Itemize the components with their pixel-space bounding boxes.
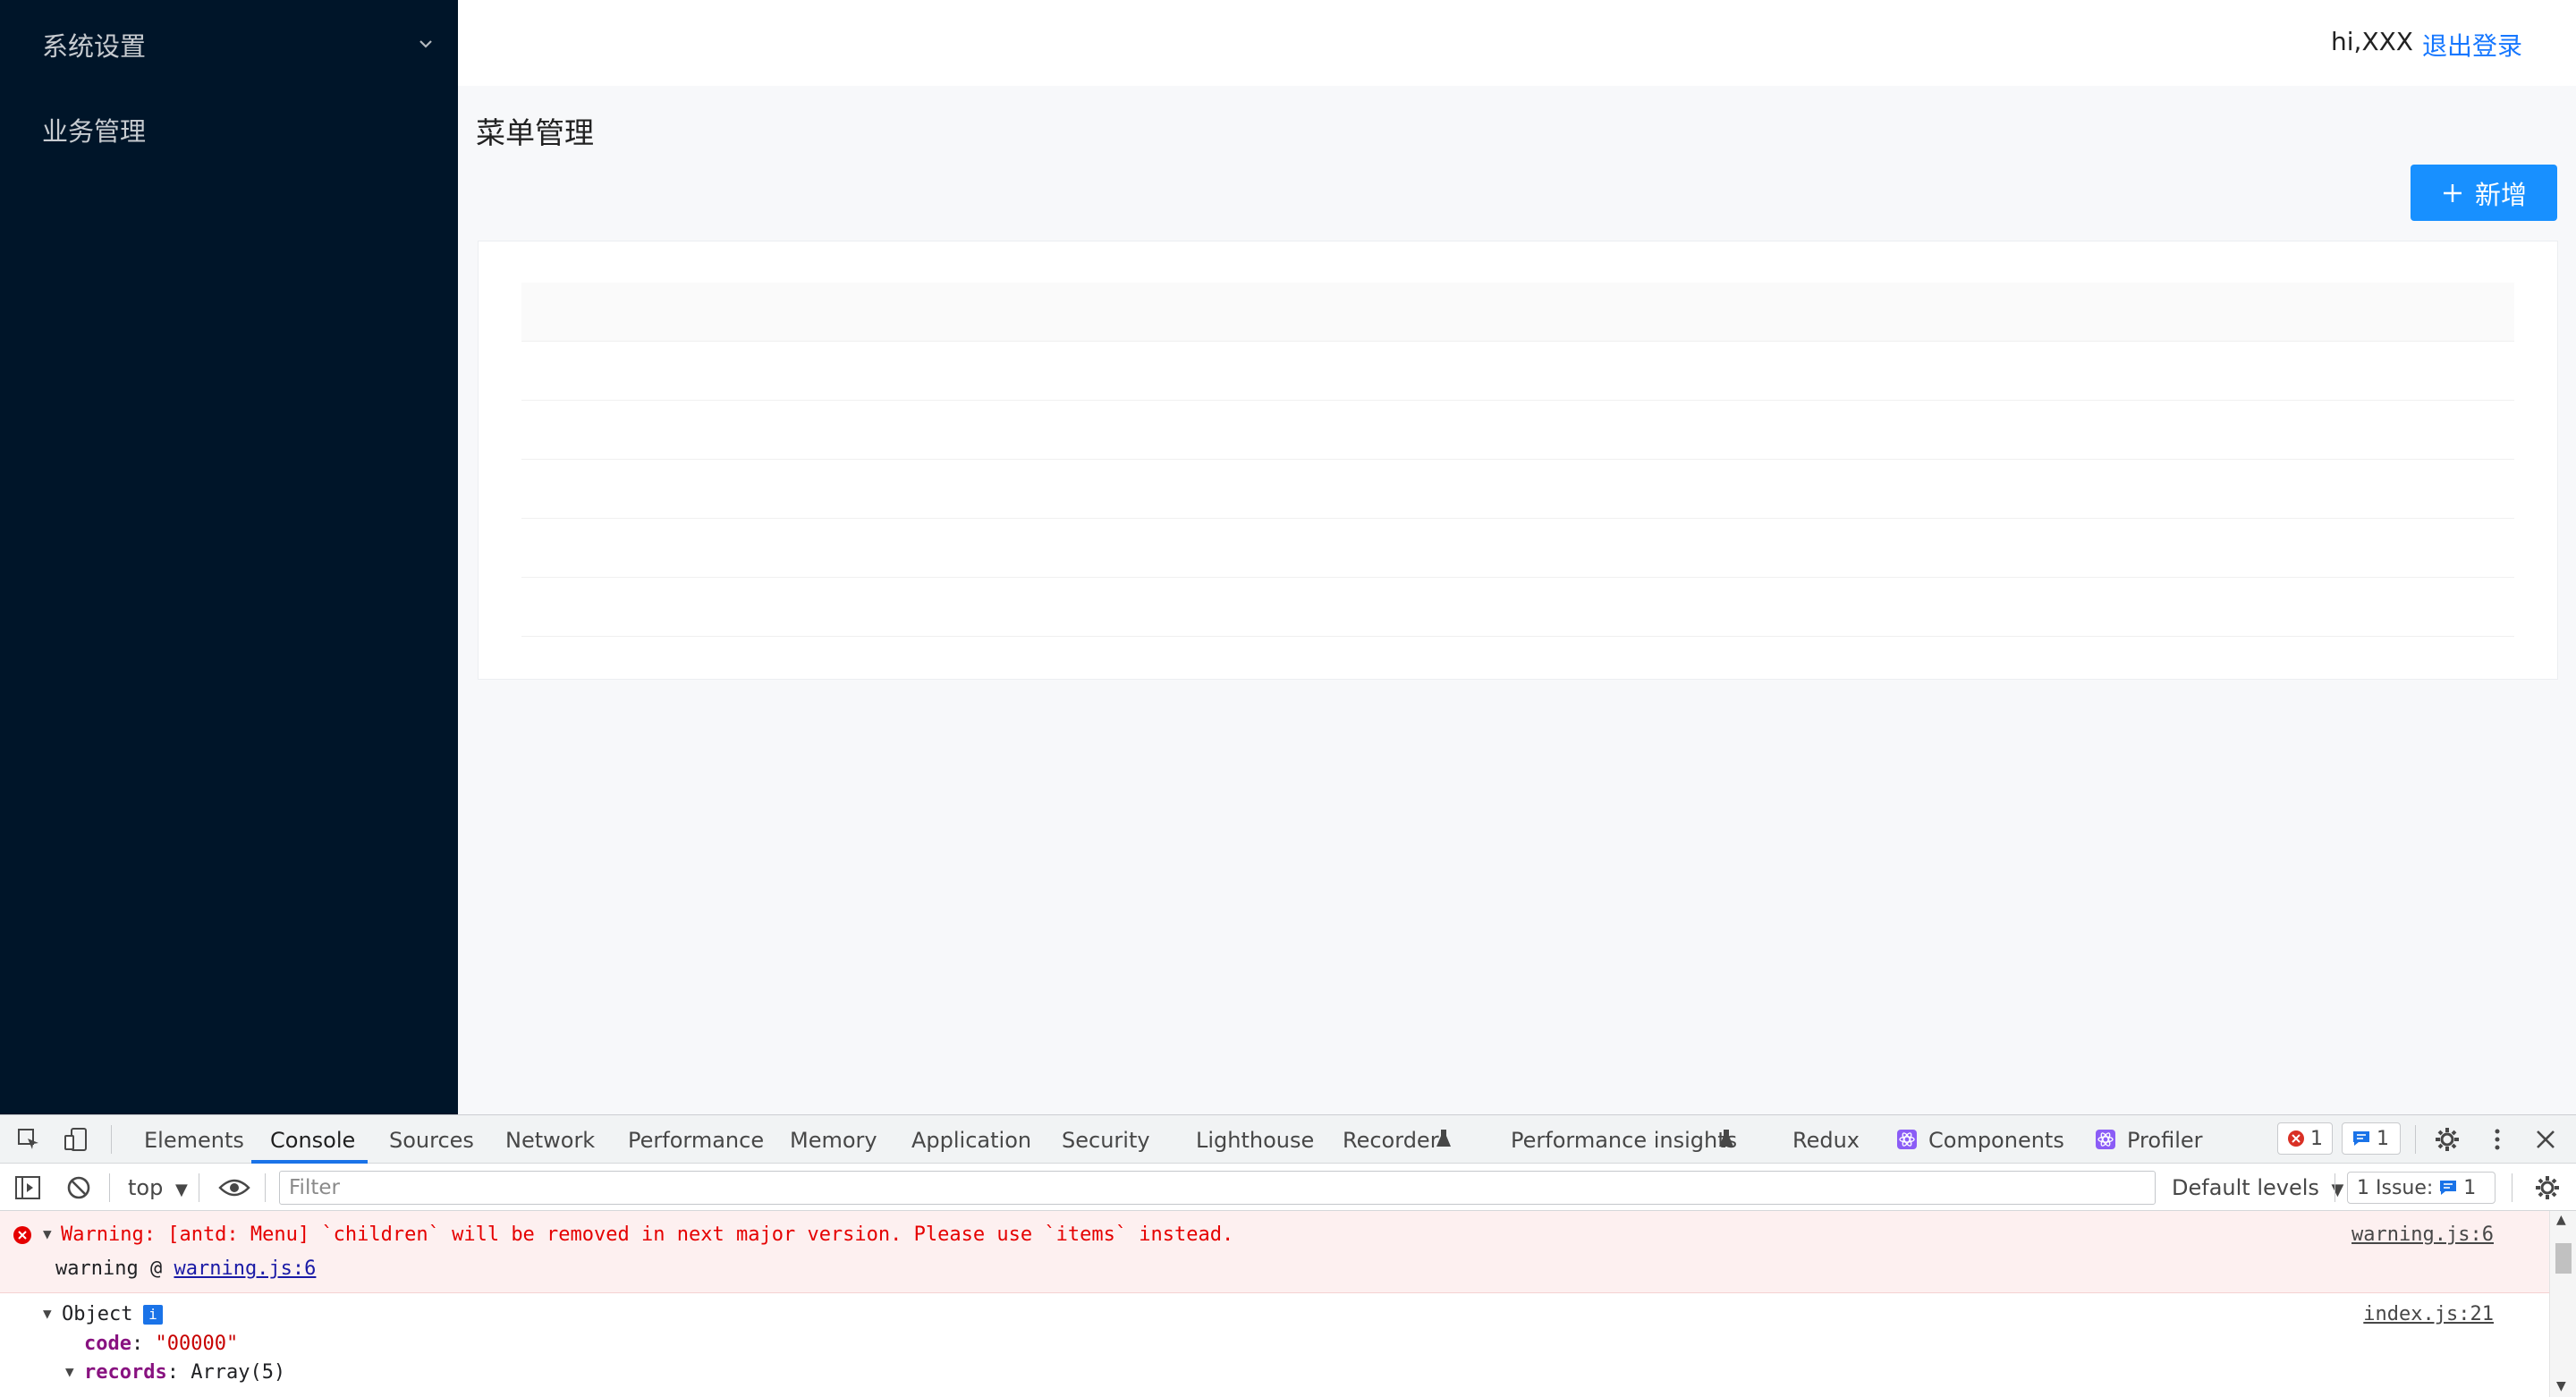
divider: [109, 1173, 110, 1202]
flask-icon: [1719, 1130, 1733, 1147]
scroll-thumb[interactable]: [2555, 1243, 2572, 1274]
warning-stack-link[interactable]: warning.js:6: [174, 1257, 316, 1280]
devtools-tabbar: Elements Console Sources Network Perform…: [0, 1115, 2576, 1164]
table-row: [521, 401, 2514, 460]
object-property-code: code: "00000": [84, 1333, 239, 1355]
tab-components[interactable]: Components: [1928, 1128, 2064, 1153]
message-count-badge[interactable]: 1: [2342, 1122, 2401, 1155]
tab-profiler[interactable]: Profiler: [2127, 1128, 2203, 1153]
console-scrollbar[interactable]: ▲ ▼: [2549, 1211, 2576, 1397]
sidebar-item-label: 系统设置: [42, 31, 147, 62]
warning-stack-text: warning @: [55, 1257, 163, 1280]
devtools-panel: Elements Console Sources Network Perform…: [0, 1114, 2576, 1397]
add-button-label: 新增: [2474, 179, 2527, 210]
tab-security[interactable]: Security: [1062, 1128, 1150, 1153]
log-levels-value: Default levels: [2172, 1175, 2319, 1200]
tab-network[interactable]: Network: [505, 1128, 595, 1153]
message-icon: [2440, 1181, 2457, 1195]
tab-application[interactable]: Application: [911, 1128, 1031, 1153]
property-value: Array(5): [191, 1361, 286, 1384]
table-header: [521, 283, 2514, 342]
message-icon: [2353, 1131, 2369, 1146]
menu-table: [478, 241, 2558, 680]
sidebar-item-label: 业务管理: [42, 116, 147, 147]
error-icon: [2288, 1130, 2304, 1147]
object-source-link[interactable]: index.js:21: [2363, 1303, 2494, 1325]
tab-sources[interactable]: Sources: [389, 1128, 474, 1153]
caret-down-icon: ▼: [2331, 1181, 2344, 1199]
error-count: 1: [2310, 1127, 2323, 1150]
table-row: [521, 519, 2514, 578]
plus-icon: [2443, 183, 2462, 202]
device-toolbar-icon[interactable]: [63, 1126, 89, 1153]
eye-icon[interactable]: [218, 1176, 250, 1199]
table-row: [521, 578, 2514, 637]
property-key: records: [84, 1361, 167, 1384]
object-property-records: records: Array(5): [84, 1361, 286, 1384]
property-key: code: [84, 1333, 131, 1355]
console-filter-input[interactable]: Filter: [279, 1171, 2156, 1205]
close-icon[interactable]: [2533, 1127, 2558, 1152]
warning-source-link[interactable]: warning.js:6: [2351, 1223, 2494, 1246]
context-selector[interactable]: top ▼: [128, 1175, 188, 1200]
logout-link[interactable]: 退出登录: [2422, 27, 2522, 63]
expand-triangle-icon[interactable]: ▼: [43, 1225, 52, 1242]
sidebar: 系统设置 业务管理: [0, 0, 458, 1114]
tab-lighthouse[interactable]: Lighthouse: [1196, 1128, 1314, 1153]
issues-count: 1: [2463, 1176, 2477, 1199]
console-toolbar: top ▼ Filter Default levels ▼ 1 Issue: 1: [0, 1164, 2576, 1211]
sidebar-item-system-settings[interactable]: 系统设置: [42, 18, 436, 72]
react-icon: [1897, 1130, 1917, 1149]
react-icon: [2096, 1130, 2115, 1149]
log-levels-dropdown[interactable]: Default levels ▼: [2172, 1175, 2343, 1200]
tab-redux[interactable]: Redux: [1792, 1128, 1860, 1153]
scroll-up-icon[interactable]: ▲: [2556, 1213, 2566, 1227]
console-object-row: ▼ Object i index.js:21 code: "00000" ▼ r…: [0, 1294, 2549, 1397]
chevron-down-icon: [419, 40, 432, 48]
console-settings-icon[interactable]: [2533, 1173, 2562, 1202]
table-row: [521, 460, 2514, 519]
add-button[interactable]: 新增: [2411, 165, 2557, 221]
tab-performance[interactable]: Performance: [628, 1128, 764, 1153]
flask-icon: [1436, 1130, 1451, 1147]
gear-icon[interactable]: [2433, 1125, 2462, 1154]
divider: [265, 1173, 266, 1202]
divider: [2334, 1173, 2335, 1202]
divider: [2415, 1125, 2416, 1154]
scroll-down-icon[interactable]: ▼: [2556, 1379, 2566, 1393]
context-value: top: [128, 1175, 164, 1200]
sidebar-toggle-icon[interactable]: [14, 1175, 41, 1200]
object-label[interactable]: Object: [62, 1303, 132, 1325]
expand-triangle-icon[interactable]: ▼: [65, 1363, 74, 1380]
issues-button[interactable]: 1 Issue: 1: [2347, 1172, 2496, 1204]
info-icon[interactable]: i: [143, 1305, 163, 1325]
warning-stack: warning @ warning.js:6: [55, 1257, 316, 1280]
sidebar-item-business-management[interactable]: 业务管理: [42, 103, 146, 157]
tab-console[interactable]: Console: [270, 1128, 355, 1153]
warning-message: Warning: [antd: Menu] `children` will be…: [61, 1223, 1234, 1246]
top-header: hi,XXX 退出登录: [458, 0, 2576, 86]
main-content: 菜单管理 新增: [458, 86, 2576, 1114]
more-options-icon[interactable]: [2487, 1125, 2508, 1154]
issues-label: 1 Issue:: [2357, 1176, 2434, 1199]
page-title: 菜单管理: [476, 115, 594, 150]
tab-memory[interactable]: Memory: [790, 1128, 877, 1153]
property-value: "00000": [155, 1333, 239, 1355]
console-warning-row: ▼ Warning: [antd: Menu] `children` will …: [0, 1211, 2549, 1293]
clear-console-icon[interactable]: [66, 1175, 91, 1200]
table-row: [521, 342, 2514, 401]
user-greeting: hi,XXX: [2331, 27, 2413, 56]
error-icon: [13, 1226, 31, 1244]
expand-triangle-icon[interactable]: ▼: [43, 1305, 52, 1322]
tab-recorder[interactable]: Recorder: [1343, 1128, 1439, 1153]
app-window: 系统设置 业务管理 hi,XXX 退出登录 菜单管理 新增 Elements C…: [0, 0, 2576, 1397]
tab-performance-insights[interactable]: Performance insights: [1511, 1128, 1737, 1153]
inspect-element-icon[interactable]: [16, 1127, 41, 1152]
active-tab-indicator: [251, 1160, 368, 1164]
caret-down-icon: ▼: [174, 1181, 188, 1199]
error-count-badge[interactable]: 1: [2277, 1122, 2333, 1155]
tab-elements[interactable]: Elements: [144, 1128, 244, 1153]
divider: [111, 1125, 112, 1154]
message-count: 1: [2377, 1127, 2389, 1150]
